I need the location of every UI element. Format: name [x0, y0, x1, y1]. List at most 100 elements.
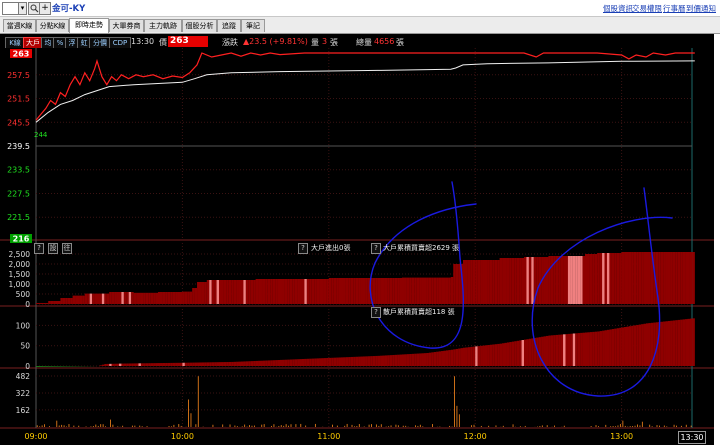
- time-tick-label: 11:00: [317, 432, 340, 441]
- add-icon[interactable]: +: [39, 2, 51, 15]
- retail-bar: [555, 334, 559, 366]
- volume-bar: [85, 426, 87, 427]
- volume-bar: [356, 426, 358, 427]
- chevron-down-icon[interactable]: ▾: [18, 2, 27, 15]
- volume-bar: [554, 425, 555, 427]
- major-bar: [336, 278, 339, 304]
- time-tick-label: 12:00: [464, 432, 487, 441]
- volume-bar: [336, 425, 338, 427]
- tab-big-orders[interactable]: 大單券商: [109, 19, 144, 32]
- tab-realtime[interactable]: 即時走勢: [69, 18, 109, 33]
- retail-bar: [445, 350, 449, 366]
- retail-bar: [199, 362, 202, 366]
- major-bar: [228, 280, 232, 304]
- retail-bar: [284, 359, 288, 366]
- major-bar: [567, 256, 571, 304]
- major-bar: [477, 260, 481, 304]
- major-bar: [624, 252, 627, 304]
- major-bar: [280, 279, 283, 304]
- volume-bar: [131, 425, 133, 427]
- retail-bar: [272, 360, 276, 366]
- major-bar: [45, 303, 49, 304]
- volume-bar: [63, 425, 65, 427]
- major-bar: [301, 279, 305, 304]
- major-bar: [316, 279, 320, 304]
- retail-bar: [399, 354, 403, 366]
- retail-bar: [104, 363, 107, 366]
- major-bar: [343, 278, 346, 304]
- retail-bar: [423, 353, 427, 366]
- link-price-alert[interactable]: 到價通知: [686, 3, 716, 14]
- major-bar: [50, 301, 54, 304]
- tab-main-force[interactable]: 主力軌跡: [144, 19, 182, 32]
- tab-weekly-k[interactable]: 當週K線: [3, 19, 36, 32]
- major-bar: [136, 292, 139, 304]
- retail-bar: [567, 333, 571, 366]
- major-bar: [82, 295, 85, 304]
- major-bar: [170, 292, 173, 304]
- volume-bar: [141, 426, 143, 427]
- retail-bar: [563, 334, 566, 366]
- major-bar: [87, 293, 90, 304]
- major-bar: [528, 257, 532, 304]
- volume-bar: [659, 425, 660, 427]
- major-bar: [558, 256, 561, 304]
- major-bar: [114, 292, 117, 304]
- volume-bar: [595, 425, 597, 427]
- volume-bar: [541, 425, 543, 427]
- link-trade-permission[interactable]: 交易權限: [632, 3, 662, 14]
- retail-bar: [375, 355, 378, 366]
- volume-bar: [495, 425, 497, 427]
- scrollbar[interactable]: [714, 34, 720, 445]
- help-icon[interactable]: ?: [298, 243, 308, 254]
- retail-bar: [250, 361, 254, 366]
- major-bar: [60, 298, 63, 304]
- retail-bar: [545, 335, 549, 366]
- retail-bar: [226, 362, 229, 366]
- retail-bar: [316, 358, 320, 366]
- help-icon[interactable]: ?: [371, 243, 381, 254]
- retail-bar: [197, 362, 200, 366]
- retail-bar: [416, 353, 420, 366]
- major-bar: [219, 280, 222, 304]
- tab-analysis[interactable]: 個股分析: [182, 19, 217, 32]
- major-bar: [402, 277, 405, 304]
- major-bar: [677, 252, 681, 304]
- retail-bar: [287, 359, 290, 366]
- tab-minute-k[interactable]: 分點K線: [36, 19, 69, 32]
- settings-button[interactable]: 設: [48, 243, 58, 254]
- major-bar: [311, 279, 315, 304]
- retail-bar: [477, 346, 481, 366]
- volume-bar: [44, 424, 46, 427]
- retail-bar: [580, 332, 583, 366]
- help-button[interactable]: ?: [34, 243, 44, 254]
- major-bar: [428, 277, 432, 304]
- major-bar: [543, 257, 547, 304]
- tab-notes[interactable]: 筆記: [241, 19, 265, 32]
- volume-bar: [56, 420, 58, 427]
- volume-bar: [222, 424, 224, 427]
- major-tick-label: 0: [25, 300, 30, 309]
- history-button[interactable]: 往: [62, 243, 72, 254]
- retail-bar: [531, 338, 534, 366]
- volume-bar: [122, 425, 124, 427]
- retail-bar: [114, 363, 117, 366]
- volume-bar: [344, 425, 346, 427]
- volume-bar: [415, 425, 416, 427]
- retail-bar: [265, 360, 268, 366]
- major-bar: [299, 279, 303, 304]
- retail-bar: [255, 360, 259, 366]
- retail-bar: [341, 357, 344, 366]
- help-icon[interactable]: ?: [371, 307, 381, 318]
- retail-bar: [177, 362, 181, 366]
- retail-bar: [519, 340, 522, 366]
- major-bar: [431, 277, 434, 304]
- major-bar: [331, 278, 334, 304]
- major-bar: [526, 257, 529, 304]
- link-stock-info[interactable]: 個股資訊: [603, 3, 633, 14]
- link-calendar[interactable]: 行事曆: [663, 3, 686, 14]
- major-bar: [221, 280, 224, 304]
- volume-bar: [66, 426, 67, 427]
- volume-bar: [241, 426, 243, 427]
- tab-track[interactable]: 追蹤: [217, 19, 241, 32]
